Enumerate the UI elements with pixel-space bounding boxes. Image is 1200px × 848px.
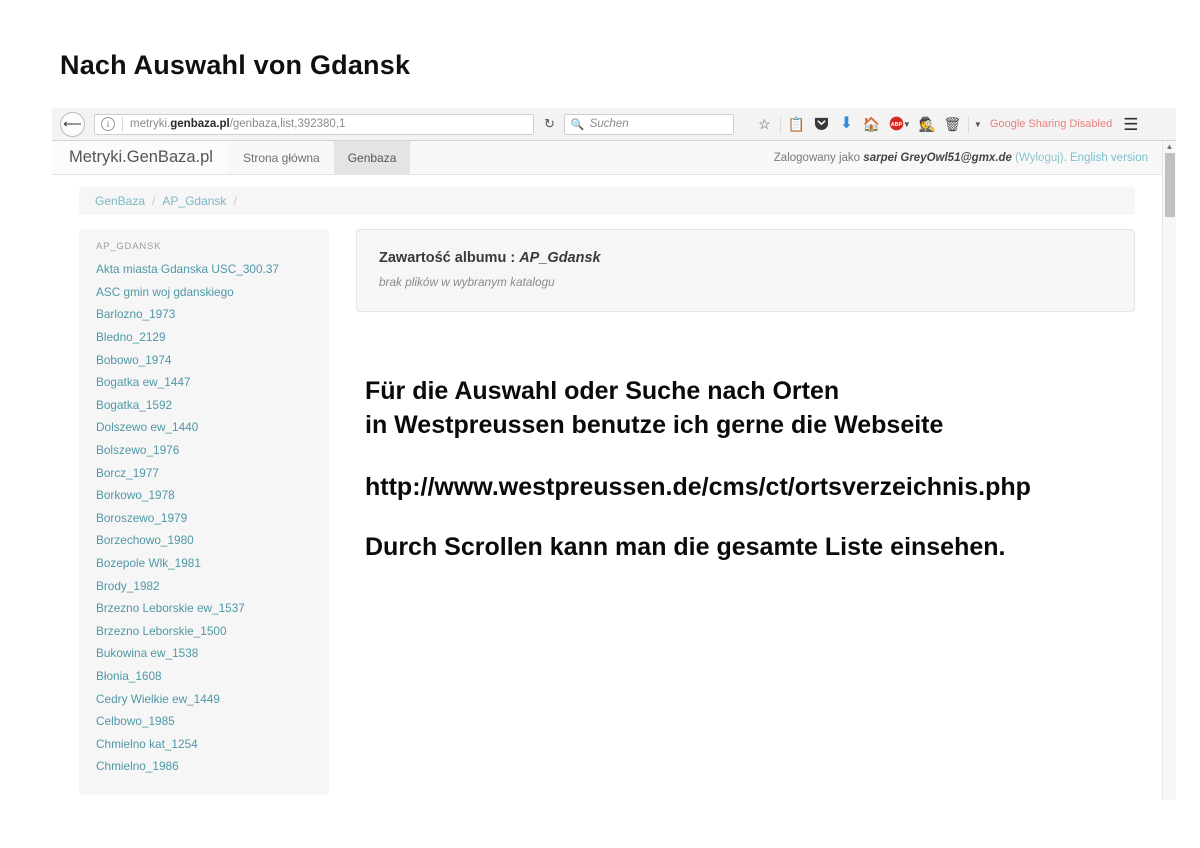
annotation-line-4: Durch Scrollen kann man die gesamte List… — [365, 530, 1135, 564]
sidebar-header: AP_GDANSK — [79, 241, 329, 258]
downloads-icon[interactable]: ⬇ — [834, 116, 859, 132]
album-title: Zawartość albumu : AP_Gdansk — [379, 250, 1112, 266]
sidebar-item[interactable]: Borzechowo_1980 — [79, 529, 329, 552]
sidebar-album-list: AP_GDANSK Akta miasta Gdanska USC_300.37… — [79, 229, 329, 795]
annotation-spacer-2 — [365, 504, 1135, 530]
album-content-panel: Zawartość albumu : AP_Gdansk brak plików… — [356, 229, 1135, 312]
breadcrumb-separator-2: / — [233, 194, 236, 208]
sidebar-item[interactable]: Boroszewo_1979 — [79, 507, 329, 530]
sidebar-item[interactable]: Bozepole Wlk_1981 — [79, 552, 329, 575]
pocket-glyph — [814, 116, 829, 130]
site-navbar: Metryki.GenBaza.pl Strona główna Genbaza… — [52, 141, 1162, 175]
toolbar-divider — [780, 116, 781, 133]
sidebar-item[interactable]: Cedry Wielkie ew_1449 — [79, 687, 329, 710]
sidebar-item[interactable]: Akta miasta Gdanska USC_300.37 — [79, 258, 329, 281]
noscript-icon[interactable]: 🗑 — [940, 117, 965, 131]
login-prefix: Zalogowany jako — [774, 152, 860, 164]
googlesharing-chevron-down-icon[interactable]: ▼ — [974, 120, 986, 129]
hamburger-menu-icon[interactable]: ☰ — [1123, 116, 1138, 133]
adblock-chevron-down-icon[interactable]: ▼ — [903, 120, 915, 129]
sidebar-item[interactable]: Borkowo_1978 — [79, 484, 329, 507]
album-title-name: AP_Gdansk — [519, 250, 600, 266]
urlbar-divider — [122, 117, 123, 132]
sidebar-item[interactable]: Bogatka ew_1447 — [79, 371, 329, 394]
search-input[interactable]: 🔍 Suchen — [564, 114, 734, 135]
annotation-line-2: in Westpreussen benutze ich gerne die We… — [365, 408, 1135, 442]
sidebar-item[interactable]: Bogatka_1592 — [79, 394, 329, 417]
browser-window: ⟵ i metryki.genbaza.pl/genbaza,list,3923… — [52, 108, 1176, 800]
search-placeholder: Suchen — [590, 118, 629, 130]
sidebar-item[interactable]: Brzezno Leborskie ew_1537 — [79, 597, 329, 620]
sidebar-item[interactable]: ASC gmin woj gdanskiego — [79, 281, 329, 304]
bookmark-star-icon[interactable]: ☆ — [752, 117, 777, 131]
url-prefix: metryki. — [130, 118, 170, 130]
scrollbar-thumb[interactable] — [1165, 153, 1175, 217]
breadcrumb-separator: / — [152, 194, 155, 208]
toolbar-icon-group: ☆ 📋 ⬇ 🏠 ABP ▼ 🕵 🗑 ▼ Google Sharing Disab… — [752, 116, 1168, 133]
sidebar-item[interactable]: Brzezno Leborskie_1500 — [79, 620, 329, 643]
login-status: Zalogowany jako sarpei GreyOwl51@gmx.de … — [774, 141, 1162, 174]
ghostery-icon[interactable]: 🕵 — [915, 117, 940, 131]
sidebar-item[interactable]: Bobowo_1974 — [79, 348, 329, 371]
annotation-overlay: Für die Auswahl oder Suche nach Orten in… — [365, 374, 1135, 564]
page-title: Nach Auswahl von Gdansk — [60, 50, 410, 81]
browser-toolbar: ⟵ i metryki.genbaza.pl/genbaza,list,3923… — [52, 108, 1176, 141]
annotation-line-1: Für die Auswahl oder Suche nach Orten — [365, 374, 1135, 408]
toolbar-divider-2 — [968, 116, 969, 133]
sidebar-item[interactable]: Błonia_1608 — [79, 665, 329, 688]
search-icon: 🔍 — [571, 118, 585, 131]
sidebar-item[interactable]: Brody_1982 — [79, 574, 329, 597]
sidebar-item[interactable]: Bukowina ew_1538 — [79, 642, 329, 665]
scroll-up-arrow-icon[interactable]: ▲ — [1163, 141, 1176, 153]
content-row: AP_GDANSK Akta miasta Gdanska USC_300.37… — [79, 229, 1135, 795]
album-title-prefix: Zawartość albumu : — [379, 250, 515, 266]
sidebar-item[interactable]: Dolszewo ew_1440 — [79, 416, 329, 439]
breadcrumb: GenBaza / AP_Gdansk / — [79, 187, 1135, 215]
breadcrumb-item-genbaza[interactable]: GenBaza — [95, 194, 145, 208]
logout-link[interactable]: (Wyloguj). — [1015, 152, 1067, 164]
reading-list-icon[interactable]: 📋 — [784, 117, 809, 131]
sidebar-item[interactable]: Barlozno_1973 — [79, 303, 329, 326]
site-brand[interactable]: Metryki.GenBaza.pl — [52, 141, 229, 174]
page-viewport: Metryki.GenBaza.pl Strona główna Genbaza… — [52, 141, 1176, 800]
page-scrollbar[interactable]: ▲ — [1162, 141, 1176, 800]
sidebar-item-container: Akta miasta Gdanska USC_300.37ASC gmin w… — [79, 258, 329, 778]
home-icon[interactable]: 🏠 — [859, 117, 884, 131]
breadcrumb-item-ap-gdansk[interactable]: AP_Gdansk — [162, 194, 226, 208]
sidebar-item[interactable]: Borcz_1977 — [79, 461, 329, 484]
sidebar-item[interactable]: Chmielno kat_1254 — [79, 732, 329, 755]
google-sharing-status[interactable]: Google Sharing Disabled — [990, 118, 1112, 130]
sidebar-item[interactable]: Celbowo_1985 — [79, 710, 329, 733]
reload-icon[interactable]: ↻ — [544, 116, 555, 132]
main-column: Zawartość albumu : AP_Gdansk brak plików… — [356, 229, 1135, 564]
back-arrow-icon[interactable]: ⟵ — [60, 112, 85, 137]
nav-item-genbaza[interactable]: Genbaza — [334, 141, 411, 174]
sidebar-item[interactable]: Bledno_2129 — [79, 326, 329, 349]
sidebar-item[interactable]: Bolszewo_1976 — [79, 439, 329, 462]
sidebar-item[interactable]: Chmielno_1986 — [79, 755, 329, 778]
svg-text:ABP: ABP — [890, 122, 902, 128]
pocket-icon[interactable] — [809, 116, 834, 132]
nav-item-strona-glowna[interactable]: Strona główna — [229, 141, 334, 174]
annotation-spacer-1 — [365, 442, 1135, 470]
url-domain: genbaza.pl — [170, 118, 229, 130]
abp-glyph: ABP — [889, 116, 904, 131]
annotation-line-3: http://www.westpreussen.de/cms/ct/ortsve… — [365, 470, 1135, 504]
album-empty-message: brak plików w wybranym katalogu — [379, 275, 1112, 289]
login-user: sarpei GreyOwl51@gmx.de — [863, 152, 1012, 164]
address-bar[interactable]: i metryki.genbaza.pl/genbaza,list,392380… — [94, 114, 534, 135]
url-path: /genbaza,list,392380,1 — [230, 118, 346, 130]
info-icon[interactable]: i — [101, 117, 115, 131]
english-version-link[interactable]: English version — [1070, 152, 1148, 164]
page-content: Metryki.GenBaza.pl Strona główna Genbaza… — [52, 141, 1162, 800]
address-bar-url: metryki.genbaza.pl/genbaza,list,392380,1 — [130, 118, 345, 130]
